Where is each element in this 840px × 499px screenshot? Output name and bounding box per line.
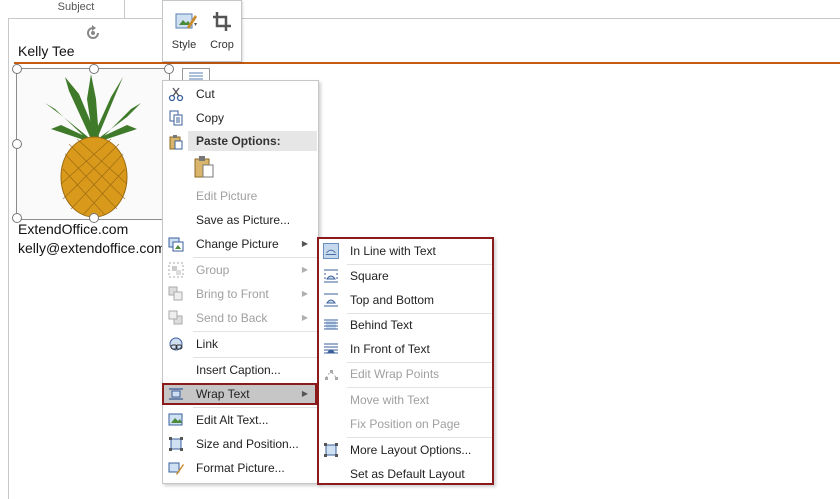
submenu-arrow-icon: ▶ xyxy=(301,289,308,298)
wrap-fix-position-label: Fix Position on Page xyxy=(350,417,461,431)
wrap-set-default-label: Set as Default Layout xyxy=(350,467,465,481)
menu-size-and-position-label: Size and Position... xyxy=(196,437,299,451)
menu-group[interactable]: Group ▶ xyxy=(163,258,318,282)
menu-send-to-back-label: Send to Back xyxy=(196,311,268,325)
paste-keep-source-icon[interactable] xyxy=(193,155,215,179)
menu-change-picture[interactable]: Change Picture ▶ xyxy=(163,232,318,256)
edit-wrap-points-icon xyxy=(325,370,338,380)
submenu-arrow-icon: ▶ xyxy=(301,313,308,322)
group-icon xyxy=(168,262,184,278)
menu-link[interactable]: Link xyxy=(163,332,318,356)
menu-save-as-picture[interactable]: Save as Picture... xyxy=(163,208,318,232)
paste-options-header: Paste Options: xyxy=(188,131,317,151)
wrap-edit-points-label: Edit Wrap Points xyxy=(350,367,440,381)
menu-link-label: Link xyxy=(196,337,219,351)
format-picture-icon xyxy=(168,462,184,475)
wrap-square[interactable]: Square xyxy=(319,264,492,288)
menu-copy[interactable]: Copy xyxy=(163,106,318,130)
more-layout-icon xyxy=(324,443,338,457)
size-position-icon xyxy=(169,437,183,451)
send-to-back-icon xyxy=(168,310,183,325)
submenu-arrow-icon: ▶ xyxy=(301,239,308,248)
wrap-behind-text-label: Behind Text xyxy=(350,318,413,332)
menu-cut-label: Cut xyxy=(196,87,215,101)
menu-insert-caption-label: Insert Caption... xyxy=(196,363,281,377)
menu-bring-to-front-label: Bring to Front xyxy=(196,287,269,301)
wrap-behind-text[interactable]: Behind Text xyxy=(319,313,492,337)
square-wrap-icon xyxy=(324,269,338,283)
wrap-more-layout-options-label: More Layout Options... xyxy=(350,443,472,457)
menu-send-to-back[interactable]: Send to Back ▶ xyxy=(163,306,318,330)
menu-cut[interactable]: Cut xyxy=(163,82,318,106)
signature-divider xyxy=(14,62,840,64)
wrap-text-icon xyxy=(169,388,183,400)
menu-change-picture-label: Change Picture xyxy=(196,237,279,251)
menu-size-and-position[interactable]: Size and Position... xyxy=(163,432,318,456)
context-menu: Cut Copy Paste Options: Edit Picture Sav… xyxy=(162,80,319,484)
top-bottom-icon xyxy=(324,293,338,307)
menu-edit-picture-label: Edit Picture xyxy=(196,189,258,203)
rotate-handle-icon[interactable] xyxy=(84,24,102,42)
wrap-move-with-text-label: Move with Text xyxy=(350,393,430,407)
behind-text-icon xyxy=(324,319,338,330)
submenu-arrow-icon: ▶ xyxy=(301,389,308,398)
menu-save-as-picture-label: Save as Picture... xyxy=(196,213,291,227)
wrap-edit-points[interactable]: Edit Wrap Points xyxy=(319,362,492,386)
resize-handle-tr[interactable] xyxy=(164,64,174,74)
menu-copy-label: Copy xyxy=(196,111,225,125)
menu-group-label: Group xyxy=(196,263,230,277)
wrap-in-line-label: In Line with Text xyxy=(350,244,436,258)
wrap-set-default[interactable]: Set as Default Layout xyxy=(319,462,492,486)
menu-wrap-text[interactable]: Wrap Text ▶ xyxy=(163,382,318,406)
wrap-more-layout-options[interactable]: More Layout Options... xyxy=(319,438,492,462)
bring-to-front-icon xyxy=(168,286,183,301)
wrap-top-bottom[interactable]: Top and Bottom xyxy=(319,288,492,312)
tab-strip: Subject xyxy=(0,0,840,19)
menu-edit-alt-text[interactable]: Edit Alt Text... xyxy=(163,408,318,432)
wrap-in-front[interactable]: In Front of Text xyxy=(319,337,492,361)
menu-wrap-text-label: Wrap Text xyxy=(196,387,250,401)
menu-edit-alt-text-label: Edit Alt Text... xyxy=(196,413,269,427)
link-icon xyxy=(169,337,183,351)
menu-insert-caption[interactable]: Insert Caption... xyxy=(163,358,318,382)
wrap-in-front-label: In Front of Text xyxy=(350,342,430,356)
copy-icon xyxy=(169,110,183,126)
menu-edit-picture[interactable]: Edit Picture xyxy=(163,184,318,208)
picture-style-icon xyxy=(175,13,197,29)
scissors-icon xyxy=(168,87,184,102)
resize-handle-left[interactable] xyxy=(12,139,22,149)
pineapple-picture[interactable] xyxy=(16,68,170,220)
pineapple-image xyxy=(45,74,141,218)
signature-company: ExtendOffice.com xyxy=(18,221,129,237)
paste-options-label: Paste Options: xyxy=(196,134,281,148)
menu-format-picture[interactable]: Format Picture... xyxy=(163,456,318,480)
wrap-move-with-text[interactable]: Move with Text xyxy=(319,388,492,412)
paste-icon xyxy=(169,135,183,150)
wrap-in-line[interactable]: In Line with Text xyxy=(319,239,492,263)
wrap-top-bottom-label: Top and Bottom xyxy=(350,293,435,307)
change-picture-icon xyxy=(168,237,184,252)
menu-format-picture-label: Format Picture... xyxy=(196,461,285,475)
resize-handle-top[interactable] xyxy=(89,64,99,74)
wrap-text-submenu: In Line with Text Square Top and Bottom … xyxy=(317,237,494,485)
style-button[interactable]: Style xyxy=(167,7,201,55)
crop-icon xyxy=(213,12,231,31)
style-label: Style xyxy=(171,39,197,51)
wrap-fix-position[interactable]: Fix Position on Page xyxy=(319,412,492,436)
menu-bring-to-front[interactable]: Bring to Front ▶ xyxy=(163,282,318,306)
alt-text-icon xyxy=(168,413,183,426)
crop-button[interactable]: Crop xyxy=(205,7,239,55)
crop-label: Crop xyxy=(210,39,234,51)
author-name: Kelly Tee xyxy=(18,43,75,59)
mini-toolbar: Style Crop xyxy=(162,0,242,62)
submenu-arrow-icon: ▶ xyxy=(301,265,308,274)
resize-handle-tl[interactable] xyxy=(12,64,22,74)
wrap-square-label: Square xyxy=(350,269,389,283)
signature-email: kelly@extendoffice.com xyxy=(18,240,166,256)
subject-tab[interactable]: Subject xyxy=(28,0,125,19)
inline-with-text-icon xyxy=(323,243,339,259)
in-front-of-text-icon xyxy=(324,343,338,354)
